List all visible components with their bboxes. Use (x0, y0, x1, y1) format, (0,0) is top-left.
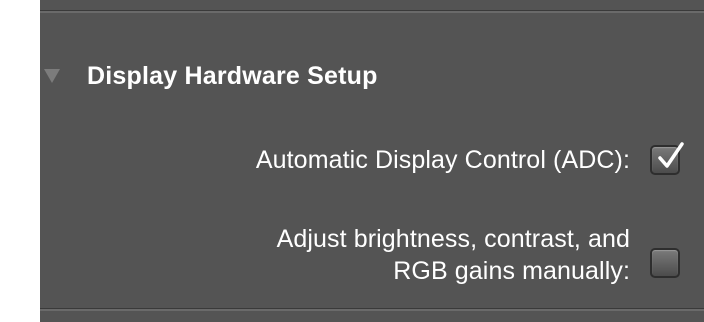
manual-gains-label-line2: RGB gains manually: (393, 257, 630, 285)
top-divider (40, 10, 704, 13)
disclosure-triangle-down-icon[interactable] (44, 69, 60, 83)
section-header-display-hardware-setup[interactable]: Display Hardware Setup (40, 56, 378, 96)
checkmark-icon (658, 142, 684, 168)
section-title: Display Hardware Setup (87, 61, 378, 90)
bottom-divider (40, 308, 704, 311)
display-hardware-setup-panel: Display Hardware Setup Automatic Display… (40, 0, 704, 322)
manual-gains-label: Adjust brightness, contrast, and RGB gai… (277, 223, 630, 287)
manual-gains-option-row: Adjust brightness, contrast, and RGB gai… (277, 218, 680, 292)
manual-gains-label-line1: Adjust brightness, contrast, and (276, 225, 630, 253)
manual-gains-checkbox[interactable] (650, 248, 680, 278)
adc-checkbox[interactable] (650, 142, 684, 175)
adc-option-row: Automatic Display Control (ADC): (255, 138, 684, 182)
adc-label: Automatic Display Control (ADC): (255, 146, 630, 174)
